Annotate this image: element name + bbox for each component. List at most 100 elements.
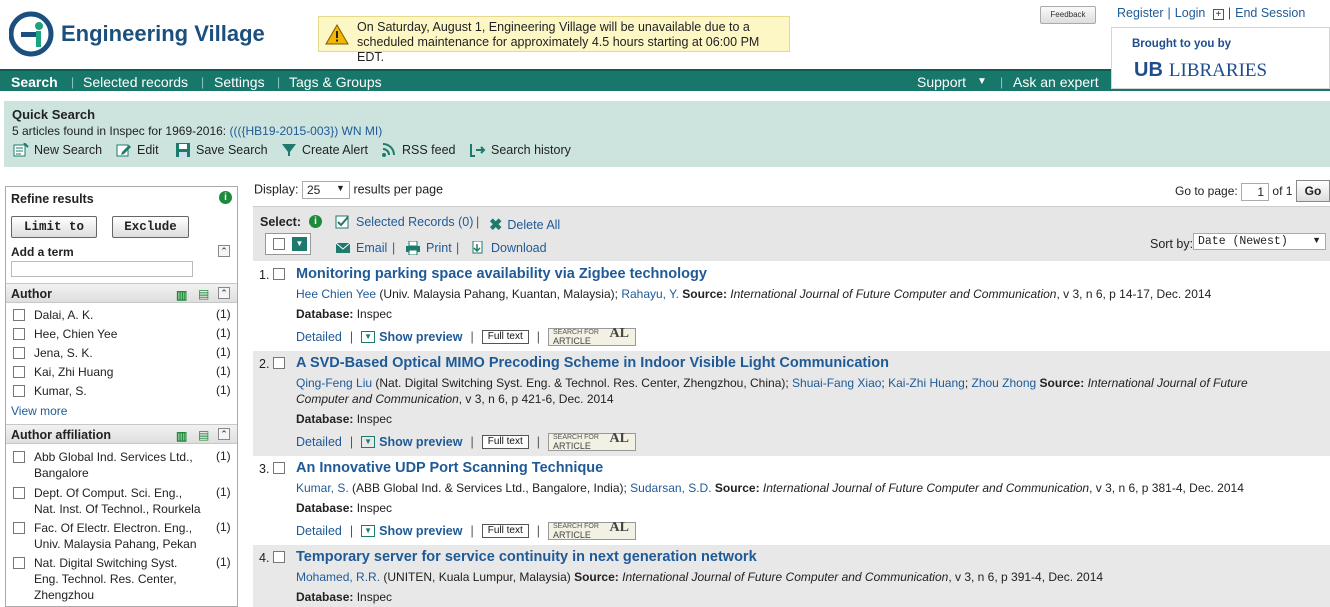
nav-support[interactable]: Support	[917, 74, 966, 90]
author-count: (1)	[216, 326, 231, 340]
detailed-link[interactable]: Detailed	[296, 435, 342, 449]
result-checkbox[interactable]	[273, 268, 285, 280]
search-for-article-button[interactable]: SEARCH FOR ARTICLE AL	[548, 327, 636, 346]
database-value: Inspec	[356, 412, 393, 426]
author-link[interactable]: Kai-Zhi Huang	[888, 376, 965, 390]
full-text-button[interactable]: Full text	[481, 524, 529, 538]
register-link[interactable]: Register	[1117, 6, 1164, 20]
search-query[interactable]: ((({HB19-2015-003}) WN MI)	[229, 124, 382, 138]
nav-settings[interactable]: Settings	[214, 74, 265, 90]
add-term-input[interactable]	[11, 261, 193, 277]
select-label: Select:	[260, 215, 301, 229]
plus-icon[interactable]: +	[1212, 9, 1224, 20]
engineering-village-logo[interactable]: Engineering Village	[8, 11, 309, 57]
result-checkbox[interactable]	[273, 551, 285, 563]
create-alert-button[interactable]: Create Alert	[281, 143, 368, 157]
bar-chart-icon[interactable]: ▥	[176, 288, 187, 302]
login-link[interactable]: Login	[1175, 6, 1206, 20]
search-for-article-button[interactable]: SEARCH FOR ARTICLE AL	[548, 521, 636, 540]
print-button[interactable]: Print	[405, 241, 452, 255]
source-label: Source:	[682, 287, 727, 301]
export-icon[interactable]: ▤	[198, 428, 209, 442]
result-checkbox[interactable]	[273, 462, 285, 474]
author-checkbox[interactable]	[13, 385, 25, 397]
search-history-button[interactable]: Search history	[470, 143, 571, 157]
limit-to-button[interactable]: Limit to	[11, 216, 97, 238]
email-button[interactable]: Email	[335, 241, 387, 255]
library-name: LIBRARIES	[1168, 60, 1268, 81]
author-checkbox[interactable]	[13, 366, 25, 378]
support-dropdown-icon[interactable]: ▼	[977, 76, 987, 87]
results-per-page-select[interactable]: 25 ▼	[301, 181, 350, 199]
search-for-article-button[interactable]: SEARCH FOR ARTICLE AL	[548, 432, 636, 451]
author-checkbox[interactable]	[13, 347, 25, 359]
preview-icon: ▼	[361, 436, 376, 448]
result-title[interactable]: Monitoring parking space availability vi…	[296, 266, 707, 282]
detailed-link[interactable]: Detailed	[296, 524, 342, 538]
refine-results-sidebar: Refine results i Limit to Exclude Add a …	[5, 186, 238, 607]
result-item: 4. Temporary server for service continuit…	[253, 545, 1330, 607]
save-search-button[interactable]: Save Search	[175, 143, 268, 157]
author-link[interactable]: Shuai-Fang Xiao	[792, 376, 881, 390]
collapse-icon[interactable]: ⌃	[218, 287, 230, 299]
affiliation-checkbox[interactable]	[13, 557, 25, 569]
result-title[interactable]: Temporary server for service continuity …	[296, 549, 757, 565]
author-link[interactable]: Kumar, S.	[296, 481, 349, 495]
author-link[interactable]: Zhou Zhong	[971, 376, 1036, 390]
divider: |	[536, 524, 540, 538]
collapse-icon[interactable]: ⌃	[218, 245, 230, 257]
author-checkbox[interactable]	[13, 309, 25, 321]
author-affiliation: (Univ. Malaysia Pahang, Kuantan, Malaysi…	[376, 287, 622, 301]
nav-search[interactable]: Search	[11, 74, 58, 90]
result-title[interactable]: A SVD-Based Optical MIMO Precoding Schem…	[296, 355, 889, 371]
preview-icon: ▼	[361, 525, 376, 537]
bar-chart-icon[interactable]: ▥	[176, 429, 187, 443]
author-link[interactable]: Rahayu, Y.	[621, 287, 679, 301]
full-text-button[interactable]: Full text	[481, 435, 529, 449]
affiliation-count: (1)	[216, 520, 231, 534]
export-icon[interactable]: ▤	[198, 287, 209, 301]
detailed-link[interactable]: Detailed	[296, 330, 342, 344]
affiliation-checkbox[interactable]	[13, 451, 25, 463]
divider: |	[392, 241, 396, 255]
chevron-down-icon[interactable]: ▼	[292, 237, 307, 251]
quick-search-title: Quick Search	[12, 107, 96, 122]
edit-button[interactable]: Edit	[116, 143, 159, 157]
author-link[interactable]: Qing-Feng Liu	[296, 376, 372, 390]
feedback-button[interactable]: Feedback	[1040, 6, 1096, 24]
author-link[interactable]: Hee Chien Yee	[296, 287, 376, 301]
download-button[interactable]: Download	[470, 241, 547, 255]
affiliation-checkbox[interactable]	[13, 487, 25, 499]
nav-selected-records[interactable]: Selected records	[83, 74, 188, 90]
collapse-icon[interactable]: ⌃	[218, 428, 230, 440]
page-input[interactable]: 1	[1241, 183, 1270, 201]
rss-feed-button[interactable]: RSS feed	[381, 143, 456, 157]
end-session-link[interactable]: End Session	[1235, 6, 1305, 20]
sort-select[interactable]: Date (Newest) ▼	[1193, 233, 1326, 250]
view-more-link[interactable]: View more	[11, 404, 67, 418]
select-all-checkbox[interactable]	[273, 238, 285, 250]
show-preview-link[interactable]: ▼ Show preview	[361, 435, 462, 449]
result-checkbox[interactable]	[273, 357, 285, 369]
display-label: Display:	[254, 182, 299, 197]
info-icon[interactable]: i	[219, 191, 232, 204]
show-preview-link[interactable]: ▼ Show preview	[361, 330, 462, 344]
selected-records-link[interactable]: Selected Records (0)	[335, 215, 473, 229]
result-title[interactable]: An Innovative UDP Port Scanning Techniqu…	[296, 460, 603, 476]
exclude-button[interactable]: Exclude	[112, 216, 189, 238]
info-icon[interactable]: i	[309, 215, 322, 228]
nav-ask-expert[interactable]: Ask an expert	[1013, 74, 1099, 90]
author-link[interactable]: Mohamed, R.R.	[296, 570, 380, 584]
select-all-dropdown[interactable]: ▼	[265, 233, 311, 255]
delete-all-button[interactable]: ✖ Delete All	[489, 215, 560, 235]
new-search-button[interactable]: New Search	[13, 143, 102, 157]
show-preview-link[interactable]: ▼ Show preview	[361, 524, 462, 538]
affiliation-checkbox[interactable]	[13, 522, 25, 534]
full-text-button[interactable]: Full text	[481, 330, 529, 344]
nav-tags-groups[interactable]: Tags & Groups	[289, 74, 382, 90]
of-pages: of 1	[1272, 184, 1293, 199]
rss-feed-label: RSS feed	[402, 143, 456, 157]
go-button[interactable]: Go	[1296, 180, 1330, 202]
author-link[interactable]: Sudarsan, S.D.	[630, 481, 711, 495]
author-checkbox[interactable]	[13, 328, 25, 340]
